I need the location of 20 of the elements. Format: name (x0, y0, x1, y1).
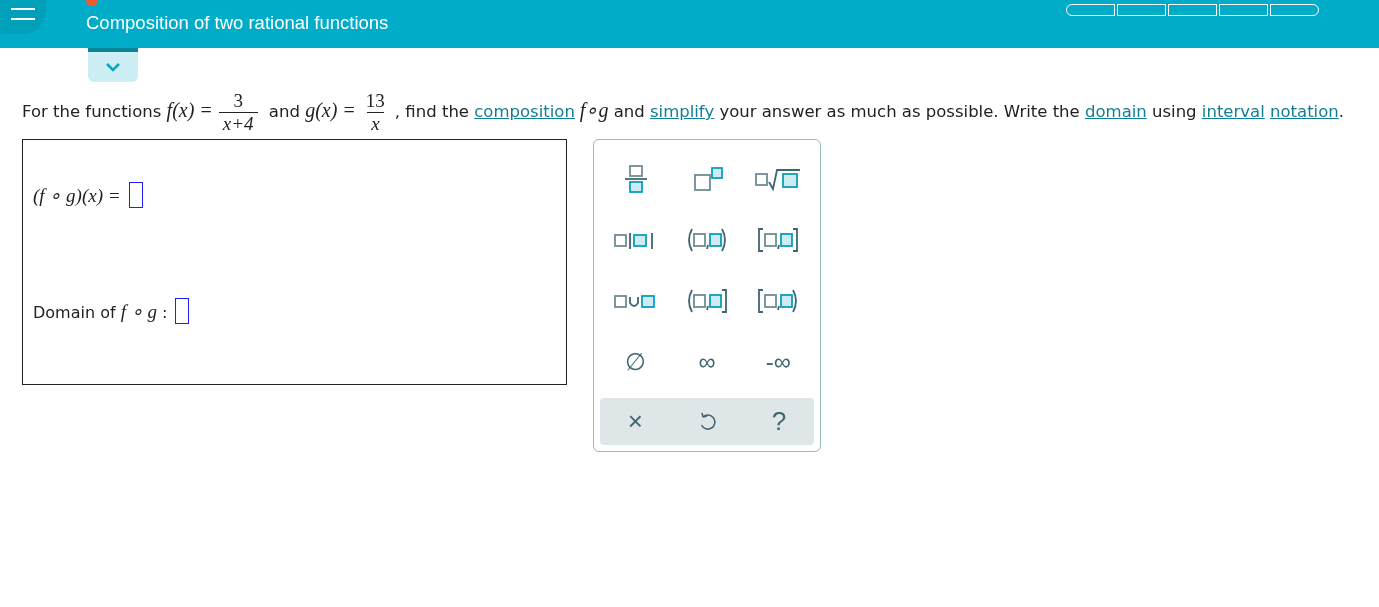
term-link[interactable]: composition (474, 102, 575, 121)
composition-label: (f ∘ g)(x) = (33, 183, 121, 207)
page-title: Composition of two rational functions (86, 12, 389, 34)
answer-field[interactable] (175, 298, 190, 324)
undo-icon (698, 411, 717, 432)
collapse-button[interactable] (88, 48, 138, 82)
keypad-key[interactable]: ∞ (671, 331, 743, 392)
menu-button[interactable] (0, 0, 46, 34)
domain-label: Domain of f ∘ g : (33, 299, 168, 323)
keypad-key[interactable]: -∞ (742, 331, 814, 392)
keypad-key[interactable]: ∅ (600, 331, 672, 392)
term-link[interactable]: domain (1085, 102, 1147, 121)
chevron-down-icon (105, 62, 121, 72)
clear-button[interactable]: × (621, 406, 649, 437)
term-link[interactable]: interval (1201, 102, 1265, 121)
term-link[interactable]: notation (1270, 102, 1339, 121)
term-link[interactable]: simplify (649, 102, 715, 121)
help-button[interactable]: ? (765, 406, 793, 437)
answer-field[interactable] (128, 182, 143, 208)
menu-icon (10, 7, 36, 21)
